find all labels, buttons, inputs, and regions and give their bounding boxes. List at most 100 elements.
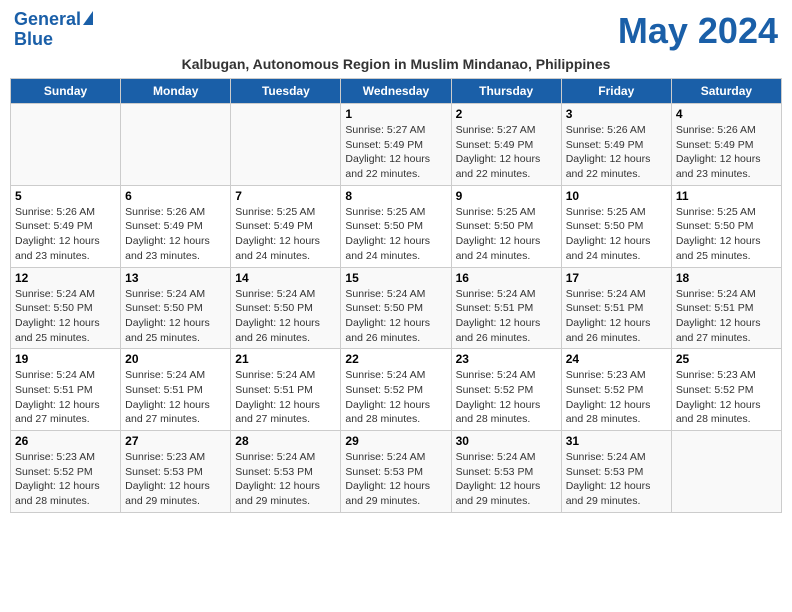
calendar-cell [231, 104, 341, 186]
day-info: Sunrise: 5:24 AMSunset: 5:51 PMDaylight:… [235, 368, 336, 427]
day-info: Sunrise: 5:24 AMSunset: 5:53 PMDaylight:… [235, 450, 336, 509]
calendar-cell: 16Sunrise: 5:24 AMSunset: 5:51 PMDayligh… [451, 267, 561, 349]
day-number: 19 [15, 352, 116, 366]
weekday-header-friday: Friday [561, 79, 671, 104]
day-info: Sunrise: 5:24 AMSunset: 5:50 PMDaylight:… [235, 287, 336, 346]
weekday-header-saturday: Saturday [671, 79, 781, 104]
day-info: Sunrise: 5:24 AMSunset: 5:51 PMDaylight:… [125, 368, 226, 427]
day-info: Sunrise: 5:27 AMSunset: 5:49 PMDaylight:… [456, 123, 557, 182]
day-number: 9 [456, 189, 557, 203]
day-info: Sunrise: 5:25 AMSunset: 5:50 PMDaylight:… [566, 205, 667, 264]
day-info: Sunrise: 5:24 AMSunset: 5:51 PMDaylight:… [15, 368, 116, 427]
calendar-table: SundayMondayTuesdayWednesdayThursdayFrid… [10, 78, 782, 513]
calendar-cell: 8 Sunrise: 5:25 AMSunset: 5:50 PMDaylight… [341, 185, 451, 267]
day-info: Sunrise: 5:25 AMSunset: 5:50 PMDaylight:… [676, 205, 777, 264]
day-info: Sunrise: 5:24 AMSunset: 5:53 PMDaylight:… [566, 450, 667, 509]
weekday-header-sunday: Sunday [11, 79, 121, 104]
calendar-week-row: 12 Sunrise: 5:24 AMSunset: 5:50 PMDayligh… [11, 267, 782, 349]
day-info: Sunrise: 5:24 AMSunset: 5:51 PMDaylight:… [676, 287, 777, 346]
weekday-header-monday: Monday [121, 79, 231, 104]
day-number: 31 [566, 434, 667, 448]
day-info: Sunrise: 5:23 AMSunset: 5:52 PMDaylight:… [15, 450, 116, 509]
day-info: Sunrise: 5:23 AMSunset: 5:53 PMDaylight:… [125, 450, 226, 509]
day-info: Sunrise: 5:24 AMSunset: 5:53 PMDaylight:… [456, 450, 557, 509]
logo-text: General [14, 10, 93, 30]
month-title: May 2024 [618, 10, 778, 52]
day-number: 1 [345, 107, 446, 121]
day-info: Sunrise: 5:24 AMSunset: 5:50 PMDaylight:… [125, 287, 226, 346]
calendar-cell: 9 Sunrise: 5:25 AMSunset: 5:50 PMDaylight… [451, 185, 561, 267]
day-info: Sunrise: 5:26 AMSunset: 5:49 PMDaylight:… [676, 123, 777, 182]
calendar-cell: 10Sunrise: 5:25 AMSunset: 5:50 PMDayligh… [561, 185, 671, 267]
day-info: Sunrise: 5:26 AMSunset: 5:49 PMDaylight:… [125, 205, 226, 264]
calendar-cell: 27 Sunrise: 5:23 AMSunset: 5:53 PMDayligh… [121, 431, 231, 513]
calendar-cell: 24Sunrise: 5:23 AMSunset: 5:52 PMDayligh… [561, 349, 671, 431]
page-header: General Blue May 2024 [10, 10, 782, 52]
weekday-header-tuesday: Tuesday [231, 79, 341, 104]
day-number: 26 [15, 434, 116, 448]
day-info: Sunrise: 5:25 AMSunset: 5:50 PMDaylight:… [345, 205, 446, 264]
day-info: Sunrise: 5:25 AMSunset: 5:49 PMDaylight:… [235, 205, 336, 264]
day-info: Sunrise: 5:25 AMSunset: 5:50 PMDaylight:… [456, 205, 557, 264]
day-info: Sunrise: 5:24 AMSunset: 5:51 PMDaylight:… [456, 287, 557, 346]
calendar-cell: 2 Sunrise: 5:27 AMSunset: 5:49 PMDaylight… [451, 104, 561, 186]
calendar-week-row: 19 Sunrise: 5:24 AMSunset: 5:51 PMDayligh… [11, 349, 782, 431]
day-number: 29 [345, 434, 446, 448]
day-info: Sunrise: 5:24 AMSunset: 5:53 PMDaylight:… [345, 450, 446, 509]
calendar-week-row: 1 Sunrise: 5:27 AMSunset: 5:49 PMDaylight… [11, 104, 782, 186]
day-number: 15 [345, 271, 446, 285]
calendar-week-row: 26 Sunrise: 5:23 AMSunset: 5:52 PMDayligh… [11, 431, 782, 513]
calendar-cell: 25 Sunrise: 5:23 AMSunset: 5:52 PMDayligh… [671, 349, 781, 431]
weekday-header-wednesday: Wednesday [341, 79, 451, 104]
day-number: 4 [676, 107, 777, 121]
calendar-cell [11, 104, 121, 186]
calendar-body: 1 Sunrise: 5:27 AMSunset: 5:49 PMDaylight… [11, 104, 782, 513]
weekday-header-thursday: Thursday [451, 79, 561, 104]
day-info: Sunrise: 5:26 AMSunset: 5:49 PMDaylight:… [15, 205, 116, 264]
day-number: 8 [345, 189, 446, 203]
calendar-cell: 29 Sunrise: 5:24 AMSunset: 5:53 PMDayligh… [341, 431, 451, 513]
day-number: 21 [235, 352, 336, 366]
day-info: Sunrise: 5:24 AMSunset: 5:51 PMDaylight:… [566, 287, 667, 346]
calendar-cell: 6 Sunrise: 5:26 AMSunset: 5:49 PMDaylight… [121, 185, 231, 267]
calendar-cell: 19 Sunrise: 5:24 AMSunset: 5:51 PMDayligh… [11, 349, 121, 431]
calendar-cell: 28Sunrise: 5:24 AMSunset: 5:53 PMDayligh… [231, 431, 341, 513]
calendar-cell: 30 Sunrise: 5:24 AMSunset: 5:53 PMDayligh… [451, 431, 561, 513]
calendar-cell: 22Sunrise: 5:24 AMSunset: 5:52 PMDayligh… [341, 349, 451, 431]
day-number: 30 [456, 434, 557, 448]
day-number: 13 [125, 271, 226, 285]
calendar-cell: 18 Sunrise: 5:24 AMSunset: 5:51 PMDayligh… [671, 267, 781, 349]
day-number: 7 [235, 189, 336, 203]
day-info: Sunrise: 5:23 AMSunset: 5:52 PMDaylight:… [566, 368, 667, 427]
calendar-cell: 14 Sunrise: 5:24 AMSunset: 5:50 PMDayligh… [231, 267, 341, 349]
day-info: Sunrise: 5:24 AMSunset: 5:52 PMDaylight:… [456, 368, 557, 427]
calendar-cell: 4 Sunrise: 5:26 AMSunset: 5:49 PMDaylight… [671, 104, 781, 186]
calendar-header: SundayMondayTuesdayWednesdayThursdayFrid… [11, 79, 782, 104]
calendar-cell: 26 Sunrise: 5:23 AMSunset: 5:52 PMDayligh… [11, 431, 121, 513]
calendar-cell: 3Sunrise: 5:26 AMSunset: 5:49 PMDaylight… [561, 104, 671, 186]
calendar-subtitle: Kalbugan, Autonomous Region in Muslim Mi… [10, 56, 782, 72]
calendar-cell [121, 104, 231, 186]
day-number: 14 [235, 271, 336, 285]
day-info: Sunrise: 5:27 AMSunset: 5:49 PMDaylight:… [345, 123, 446, 182]
weekday-header-row: SundayMondayTuesdayWednesdayThursdayFrid… [11, 79, 782, 104]
day-number: 25 [676, 352, 777, 366]
day-number: 12 [15, 271, 116, 285]
day-number: 6 [125, 189, 226, 203]
calendar-cell: 7 Sunrise: 5:25 AMSunset: 5:49 PMDaylight… [231, 185, 341, 267]
calendar-cell: 12 Sunrise: 5:24 AMSunset: 5:50 PMDayligh… [11, 267, 121, 349]
day-number: 20 [125, 352, 226, 366]
day-number: 27 [125, 434, 226, 448]
calendar-cell: 5 Sunrise: 5:26 AMSunset: 5:49 PMDaylight… [11, 185, 121, 267]
logo-subtext: Blue [14, 30, 53, 50]
calendar-cell: 17Sunrise: 5:24 AMSunset: 5:51 PMDayligh… [561, 267, 671, 349]
day-number: 2 [456, 107, 557, 121]
day-info: Sunrise: 5:24 AMSunset: 5:52 PMDaylight:… [345, 368, 446, 427]
day-info: Sunrise: 5:24 AMSunset: 5:50 PMDaylight:… [15, 287, 116, 346]
calendar-cell: 20 Sunrise: 5:24 AMSunset: 5:51 PMDayligh… [121, 349, 231, 431]
day-number: 18 [676, 271, 777, 285]
day-info: Sunrise: 5:23 AMSunset: 5:52 PMDaylight:… [676, 368, 777, 427]
day-number: 5 [15, 189, 116, 203]
calendar-cell: 11Sunrise: 5:25 AMSunset: 5:50 PMDayligh… [671, 185, 781, 267]
logo: General Blue [14, 10, 93, 50]
